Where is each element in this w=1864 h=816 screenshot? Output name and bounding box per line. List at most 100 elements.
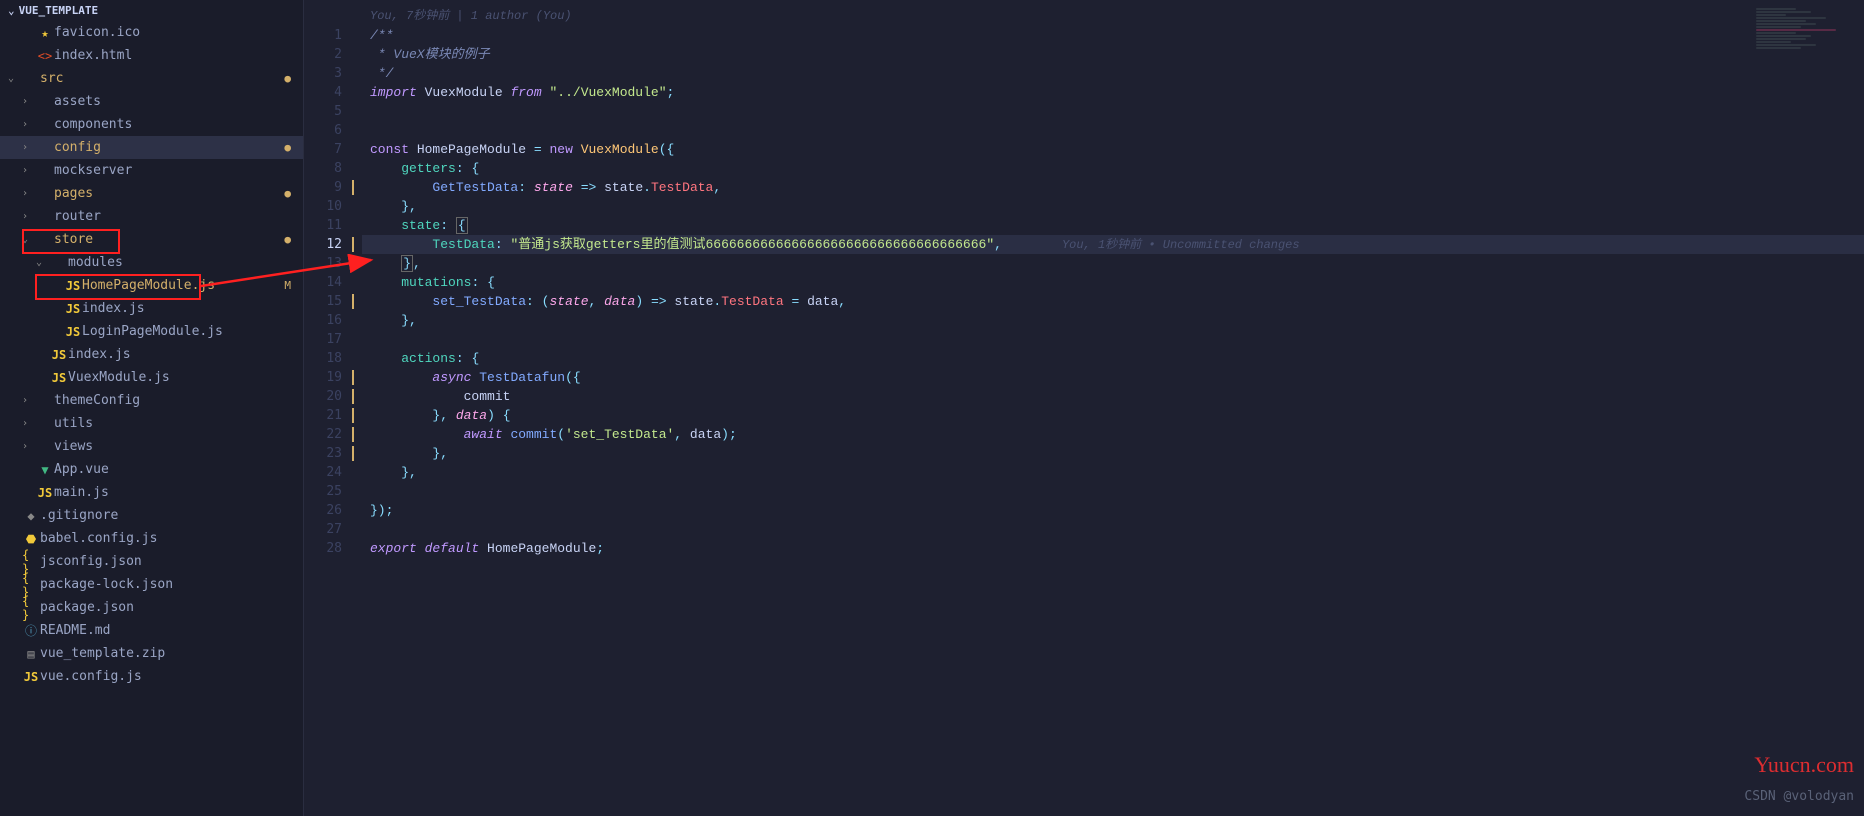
comment: */ <box>370 66 393 81</box>
line-number: 3 <box>304 64 342 83</box>
file-explorer[interactable]: ⌄ VUE_TEMPLATE ★favicon.ico<>index.html⌄… <box>0 0 304 816</box>
line-number: 2 <box>304 45 342 64</box>
chevron-right-icon: › <box>22 142 36 153</box>
line-number: 24 <box>304 463 342 482</box>
tree-item-label: LoginPageModule.js <box>82 324 295 339</box>
modified-badge: M <box>284 279 291 292</box>
tree-item-label: themeConfig <box>54 393 295 408</box>
tree-item-loginpagemodule-js[interactable]: JSLoginPageModule.js <box>0 320 303 343</box>
tree-item-label: VuexModule.js <box>68 370 295 385</box>
tree-item-label: components <box>54 117 295 132</box>
tree-item-label: favicon.ico <box>54 25 295 40</box>
line-number: 23 <box>304 444 342 463</box>
tree-item-label: babel.config.js <box>40 531 295 546</box>
tree-item-favicon-ico[interactable]: ★favicon.ico <box>0 21 303 44</box>
line-number: 4 <box>304 83 342 102</box>
tree-item-mockserver[interactable]: › mockserver <box>0 159 303 182</box>
tree-item-store[interactable]: ⌄store● <box>0 228 303 251</box>
line-number: 25 <box>304 482 342 501</box>
line-number: 7 <box>304 140 342 159</box>
code-line: state: { <box>362 216 1864 235</box>
tree-item-homepagemodule-js[interactable]: JSHomePageModule.jsM <box>0 274 303 297</box>
tree-item-jsconfig-json[interactable]: { }jsconfig.json <box>0 550 303 573</box>
line-number: 9 <box>304 178 342 197</box>
line-number: 19 <box>304 368 342 387</box>
chevron-right-icon: › <box>22 165 36 176</box>
tree-item-assets[interactable]: ›assets <box>0 90 303 113</box>
modified-dot: ● <box>284 233 291 246</box>
code-area[interactable]: You, 7秒钟前 | 1 author (You) /** * VueX模块的… <box>362 0 1864 816</box>
code-line: mutations: { <box>362 273 1864 292</box>
chevron-right-icon: › <box>22 418 36 429</box>
code-line: async TestDatafun({ <box>362 368 1864 387</box>
tree-item-label: mockserver <box>54 163 295 178</box>
project-name: VUE_TEMPLATE <box>19 4 98 17</box>
tree-item-router[interactable]: ›router <box>0 205 303 228</box>
code-editor[interactable]: 1234567891011121314151617181920212223242… <box>304 0 1864 816</box>
tree-item-readme-md[interactable]: ⓘREADME.md <box>0 619 303 642</box>
tree-item-main-js[interactable]: JSmain.js <box>0 481 303 504</box>
tree-item-views[interactable]: ›views <box>0 435 303 458</box>
tree-item-label: pages <box>54 186 295 201</box>
line-number: 28 <box>304 539 342 558</box>
tree-item-index-js[interactable]: JSindex.js <box>0 343 303 366</box>
tree-item-label: vue_template.zip <box>40 646 295 661</box>
line-number: 20 <box>304 387 342 406</box>
tree-item-label: assets <box>54 94 295 109</box>
watermark-csdn: CSDN @volodyan <box>1744 789 1854 804</box>
line-number: 6 <box>304 121 342 140</box>
tree-item-label: store <box>54 232 295 247</box>
tree-item-vuexmodule-js[interactable]: JSVuexModule.js <box>0 366 303 389</box>
watermark-yuucn: Yuucn.com <box>1754 752 1854 778</box>
line-number: 10 <box>304 197 342 216</box>
tree-item-label: index.js <box>68 347 295 362</box>
line-number: 27 <box>304 520 342 539</box>
tree-item-label: modules <box>68 255 295 270</box>
comment: * VueX模块的例子 <box>370 47 490 62</box>
line-number: 12 <box>304 235 342 254</box>
line-number: 16 <box>304 311 342 330</box>
line-number: 5 <box>304 102 342 121</box>
tree-item-themeconfig[interactable]: › themeConfig <box>0 389 303 412</box>
tree-item-components[interactable]: ›components <box>0 113 303 136</box>
tree-item-package-lock-json[interactable]: { }package-lock.json <box>0 573 303 596</box>
tree-item-src[interactable]: ⌄ src● <box>0 67 303 90</box>
inline-git-blame: You, 1秒钟前 • Uncommitted changes <box>1062 238 1300 252</box>
tree-item-vue-template-zip[interactable]: ▤vue_template.zip <box>0 642 303 665</box>
tree-item-label: HomePageModule.js <box>82 278 295 293</box>
tree-item-label: utils <box>54 416 295 431</box>
tree-item-label: index.js <box>82 301 295 316</box>
modified-dot: ● <box>284 72 291 85</box>
tree-item-utils[interactable]: › utils <box>0 412 303 435</box>
tree-item-label: App.vue <box>54 462 295 477</box>
line-number: 17 <box>304 330 342 349</box>
line-number: 1 <box>304 26 342 45</box>
tree-item-babel-config-js[interactable]: ⬣babel.config.js <box>0 527 303 550</box>
tree-item-label: README.md <box>40 623 295 638</box>
modified-dot: ● <box>284 187 291 200</box>
line-number: 8 <box>304 159 342 178</box>
tree-item-index-html[interactable]: <>index.html <box>0 44 303 67</box>
line-number: 14 <box>304 273 342 292</box>
explorer-header[interactable]: ⌄ VUE_TEMPLATE <box>0 0 303 21</box>
tree-item-package-json[interactable]: { }package.json <box>0 596 303 619</box>
tree-item--gitignore[interactable]: ◆.gitignore <box>0 504 303 527</box>
tree-item-label: jsconfig.json <box>40 554 295 569</box>
chevron-right-icon: › <box>22 211 36 222</box>
tree-item-config[interactable]: › config● <box>0 136 303 159</box>
code-line: }, data) { <box>362 406 1864 425</box>
chevron-down-icon: ⌄ <box>8 73 22 84</box>
tree-item-pages[interactable]: ›pages● <box>0 182 303 205</box>
modified-dot: ● <box>284 141 291 154</box>
tree-item-modules[interactable]: ⌄modules <box>0 251 303 274</box>
line-number: 11 <box>304 216 342 235</box>
chevron-right-icon: › <box>22 395 36 406</box>
code-line: export default HomePageModule; <box>362 539 1864 558</box>
tree-item-index-js[interactable]: JSindex.js <box>0 297 303 320</box>
code-line: import VuexModule from "../VuexModule"; <box>362 83 1864 102</box>
tree-item-vue-config-js[interactable]: JSvue.config.js <box>0 665 303 688</box>
minimap[interactable] <box>1756 8 1856 68</box>
tree-item-label: src <box>40 71 295 86</box>
tree-item-label: config <box>54 140 295 155</box>
tree-item-app-vue[interactable]: ▼App.vue <box>0 458 303 481</box>
